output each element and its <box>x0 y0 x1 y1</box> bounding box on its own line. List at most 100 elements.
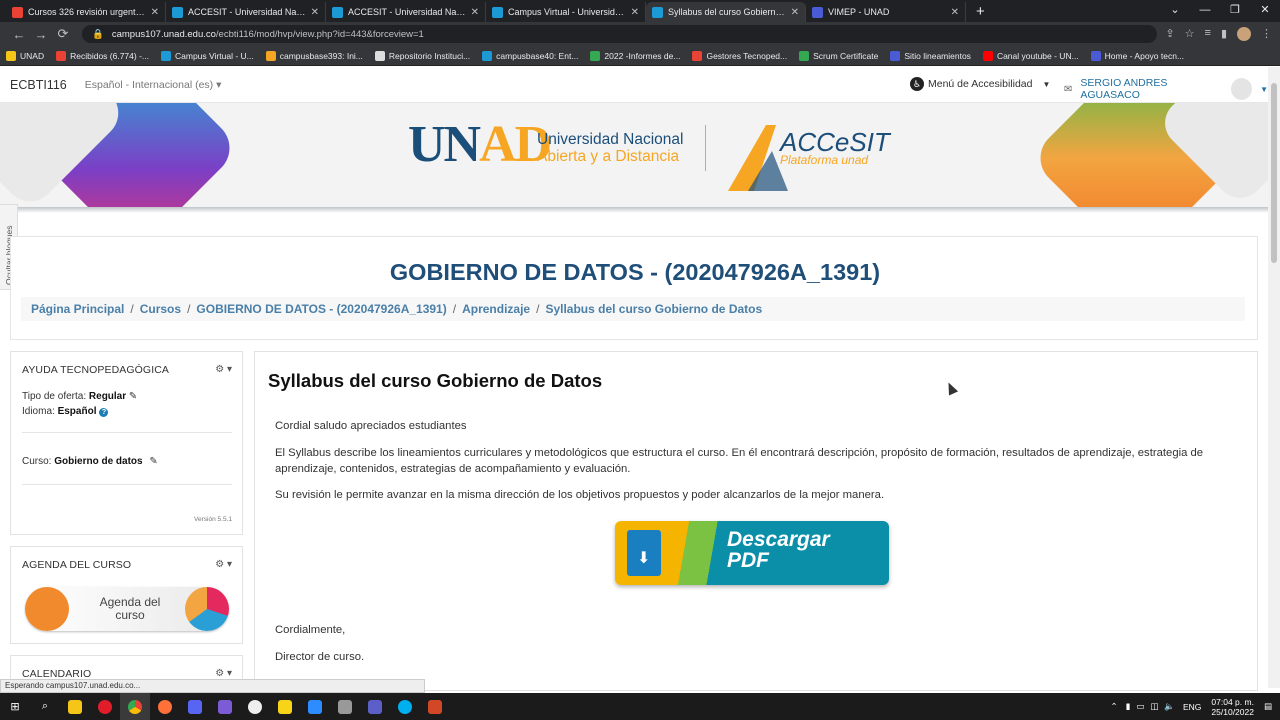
browser-tab-bar: Cursos 326 revisión urgente E - s✕ACCESI… <box>0 0 1280 22</box>
breadcrumb-item[interactable]: Página Principal <box>31 302 124 316</box>
teams-icon[interactable] <box>360 693 390 720</box>
bookmark-item[interactable]: UNAD <box>6 50 44 61</box>
share-icon[interactable]: ⇪ <box>1165 27 1174 41</box>
mail-icon[interactable]: ✉ <box>1064 84 1072 95</box>
zoom-icon[interactable] <box>300 693 330 720</box>
bookmark-item[interactable]: campusbase40: Ent... <box>482 50 578 61</box>
reload-icon[interactable]: ⟳ <box>52 26 74 42</box>
bookmark-item[interactable]: 2022 -Informes de... <box>590 50 680 61</box>
breadcrumb-item[interactable]: GOBIERNO DE DATOS - (202047926A_1391) <box>196 302 446 316</box>
browser-tab[interactable]: Campus Virtual - Universidad Na ✕ <box>486 2 646 22</box>
minimize-icon[interactable]: — <box>1190 0 1220 20</box>
bookmark-item[interactable]: Scrum Certificate <box>799 50 878 61</box>
tab-close-icon[interactable]: ✕ <box>951 7 959 18</box>
bookmark-label: Sitio lineamientos <box>904 50 971 61</box>
restore-icon[interactable]: ❐ <box>1220 0 1250 20</box>
tab-close-icon[interactable]: ✕ <box>791 7 799 18</box>
scrollbar-thumb[interactable] <box>1271 83 1277 263</box>
download-pdf-button[interactable]: ⬇ Descargar PDF <box>615 521 889 585</box>
chrome-icon[interactable] <box>120 693 150 720</box>
mic-icon[interactable]: ▮ <box>1126 701 1131 712</box>
clock[interactable]: 07:04 p. m. 25/10/2022 <box>1211 697 1254 717</box>
breadcrumb-item[interactable]: Cursos <box>140 302 181 316</box>
bookmark-item[interactable]: Recibidos (6.774) -... <box>56 50 149 61</box>
browser-tab[interactable]: ACCESIT - Universidad Nacional A ✕ <box>326 2 486 22</box>
bookmark-item[interactable]: Repositorio Instituci... <box>374 50 471 61</box>
accessibility-menu[interactable]: ♿ Menú de Accesibilidad ▼ <box>910 77 1050 91</box>
search-icon[interactable]: ⌕ <box>30 693 60 720</box>
forward-icon[interactable]: → <box>30 27 52 42</box>
star-icon[interactable]: ☆ <box>1185 27 1195 41</box>
gear-icon[interactable]: ⚙ ▾ <box>215 668 232 679</box>
page-title: Syllabus del curso Gobierno de Datos <box>268 370 603 391</box>
side-panel-icon[interactable]: ▮ <box>1221 27 1227 41</box>
browser-tab[interactable]: Cursos 326 revisión urgente E - s ✕ <box>6 2 166 22</box>
new-tab-icon[interactable]: + <box>966 2 995 22</box>
tab-close-icon[interactable]: ✕ <box>151 7 159 18</box>
skype-icon[interactable] <box>390 693 420 720</box>
network-icon[interactable]: ◫ <box>1150 701 1158 712</box>
battery-icon[interactable]: ▭ <box>1136 701 1144 712</box>
agenda-button[interactable]: Agenda del curso <box>25 587 229 631</box>
menu-icon[interactable]: ⋮ <box>1261 27 1272 41</box>
bookmark-label: Repositorio Instituci... <box>388 50 471 61</box>
bookmark-icon <box>799 50 810 61</box>
game-icon[interactable] <box>210 693 240 720</box>
reading-list-icon[interactable]: ≡ <box>1205 27 1211 41</box>
firefox-icon[interactable] <box>150 693 180 720</box>
pencil-icon[interactable]: ✎ <box>129 391 137 402</box>
opera-icon[interactable] <box>90 693 120 720</box>
tab-search-icon[interactable]: ⌄ <box>1160 0 1190 20</box>
bookmark-item[interactable]: campusbase393: Ini... <box>265 50 363 61</box>
browser-tab[interactable]: ACCESIT - Universidad Nacional A ✕ <box>166 2 326 22</box>
sticky-notes-icon[interactable] <box>270 693 300 720</box>
bookmark-item[interactable]: Canal youtube - UN... <box>982 50 1079 61</box>
pencil-icon[interactable]: ✎ <box>149 456 157 467</box>
clock-icon[interactable] <box>240 693 270 720</box>
bookmark-icon <box>265 50 276 61</box>
bookmark-item[interactable]: Gestores Tecnoped... <box>692 50 787 61</box>
profile-avatar[interactable] <box>1237 27 1251 41</box>
app-icon[interactable] <box>330 693 360 720</box>
browser-tab[interactable]: VIMEP - UNAD ✕ <box>806 2 966 22</box>
bookmarks-bar: UNAD Recibidos (6.774) -... Campus Virtual… <box>0 46 1280 66</box>
discord-icon[interactable] <box>180 693 210 720</box>
bookmark-item[interactable]: Campus Virtual - U... <box>161 50 254 61</box>
curso-line: Curso: Gobierno de datos ✎ <box>22 456 158 467</box>
site-brand[interactable]: ECBTI116 <box>10 78 67 92</box>
powerpoint-icon[interactable] <box>420 693 450 720</box>
closing-text: Cordialmente, <box>275 624 346 636</box>
download-pdf-label: Descargar PDF <box>727 528 830 572</box>
gear-icon[interactable]: ⚙ ▾ <box>215 559 232 570</box>
url-input[interactable]: 🔒 campus107.unad.edu.co/ecbti116/mod/hvp… <box>82 25 1158 43</box>
browser-tab[interactable]: Syllabus del curso Gobierno de D ✕ <box>646 2 806 22</box>
system-tray: ⌃ ▮ ▭ ◫ 🔈 ENG 07:04 p. m. 25/10/2022 ▤ <box>1111 693 1272 720</box>
language-selector[interactable]: Español - Internacional (es) ▾ <box>85 79 222 91</box>
tab-close-icon[interactable]: ✕ <box>471 7 479 18</box>
bookmark-item[interactable]: Home - Apoyo tecn... <box>1090 50 1184 61</box>
volume-icon[interactable]: 🔈 <box>1164 701 1175 712</box>
gmail-icon <box>12 6 23 18</box>
close-window-icon[interactable]: ✕ <box>1250 0 1280 20</box>
bookmark-icon <box>6 50 16 61</box>
breadcrumb-item[interactable]: Syllabus del curso Gobierno de Datos <box>545 302 762 316</box>
divider <box>22 432 232 433</box>
address-bar: ← → ⟳ 🔒 campus107.unad.edu.co/ecbti116/m… <box>0 22 1280 46</box>
file-explorer-icon[interactable] <box>60 693 90 720</box>
page-scrollbar[interactable] <box>1268 67 1280 688</box>
gear-icon[interactable]: ⚙ ▾ <box>215 364 232 375</box>
language-indicator[interactable]: ENG <box>1183 702 1201 712</box>
breadcrumb-item[interactable]: Aprendizaje <box>462 302 530 316</box>
signature-text: Director de curso. <box>275 651 365 663</box>
tab-close-icon[interactable]: ✕ <box>631 7 639 18</box>
bookmark-item[interactable]: Sitio lineamientos <box>890 50 971 61</box>
bookmark-icon <box>161 50 171 61</box>
breadcrumb-separator: / <box>187 302 191 316</box>
tab-close-icon[interactable]: ✕ <box>311 7 319 18</box>
tray-chevron-icon[interactable]: ⌃ <box>1111 701 1118 712</box>
windows-start-icon[interactable]: ⊞ <box>0 693 30 720</box>
notifications-icon[interactable]: ▤ <box>1264 701 1272 712</box>
user-menu[interactable]: ✉ SERGIO ANDRES AGUASACO ▼ <box>1064 77 1268 101</box>
back-icon[interactable]: ← <box>8 27 30 42</box>
help-icon[interactable]: ? <box>99 408 109 417</box>
